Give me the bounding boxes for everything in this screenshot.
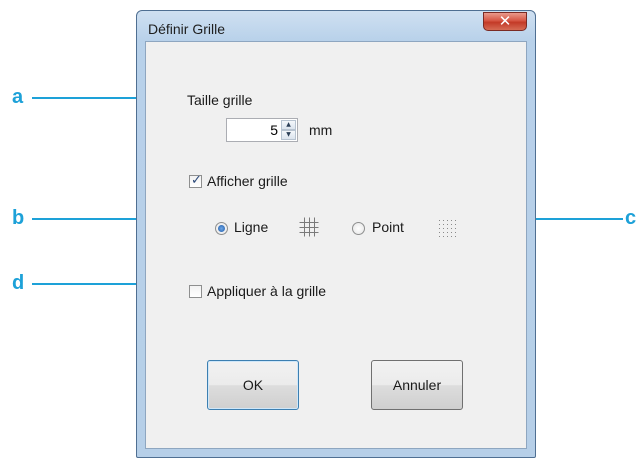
callout-a: a xyxy=(12,86,24,108)
grid-dots-icon xyxy=(439,220,456,237)
spin-down-button[interactable]: ▼ xyxy=(281,130,296,140)
snap-to-grid-checkbox[interactable] xyxy=(189,285,202,298)
spin-up-button[interactable]: ▲ xyxy=(281,120,296,130)
grid-size-stepper[interactable]: 5 ▲ ▼ xyxy=(226,118,298,142)
close-button[interactable]: ✕ xyxy=(483,12,527,31)
check-mark-icon: ✓ xyxy=(191,173,202,188)
ok-button[interactable]: OK xyxy=(207,360,299,410)
callout-b: b xyxy=(12,207,25,229)
radio-ligne[interactable] xyxy=(215,222,228,235)
grid-lines-icon xyxy=(299,217,319,237)
show-grid-checkbox[interactable]: ✓ xyxy=(189,173,202,188)
spin-buttons: ▲ ▼ xyxy=(281,120,296,140)
cancel-button[interactable]: Annuler xyxy=(371,360,463,410)
grid-size-unit: mm xyxy=(309,122,333,138)
radio-point[interactable] xyxy=(352,222,365,235)
show-grid-label[interactable]: Afficher grille xyxy=(207,173,288,189)
grid-settings-dialog: Définir Grille ✕ Taille grille 5 ▲ ▼ mm … xyxy=(136,10,536,458)
radio-point-label[interactable]: Point xyxy=(372,219,404,235)
radio-ligne-label[interactable]: Ligne xyxy=(234,219,268,235)
dialog-body: Taille grille 5 ▲ ▼ mm ✓ Afficher grille… xyxy=(145,41,527,449)
grid-size-label: Taille grille xyxy=(187,92,253,108)
snap-to-grid-label[interactable]: Appliquer à la grille xyxy=(207,283,326,299)
title-bar[interactable]: Définir Grille ✕ xyxy=(137,11,535,41)
close-icon: ✕ xyxy=(498,12,512,30)
callout-c: c xyxy=(625,207,637,229)
callout-d: d xyxy=(12,272,25,294)
window-title: Définir Grille xyxy=(148,21,226,37)
radio-selected-dot xyxy=(218,225,225,232)
grid-size-value[interactable]: 5 xyxy=(270,122,278,138)
